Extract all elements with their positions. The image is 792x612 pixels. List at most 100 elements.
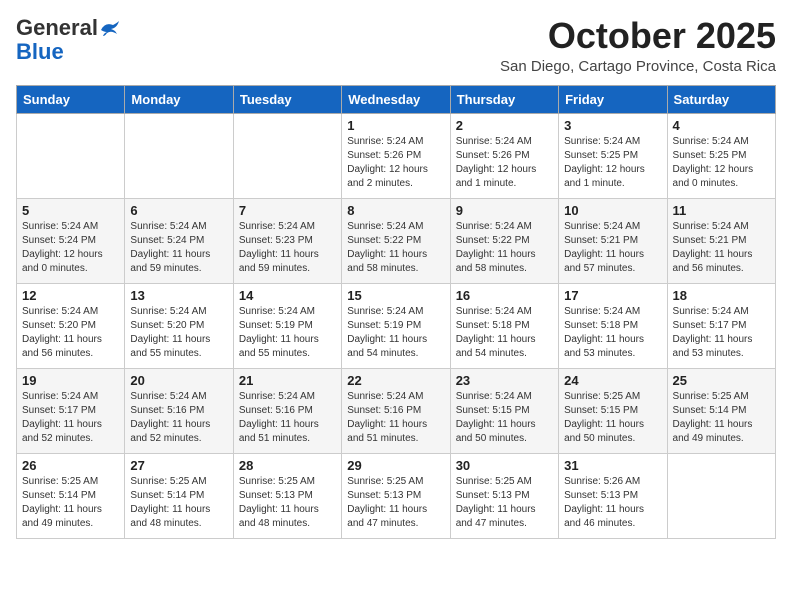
month-title: October 2025 <box>500 16 776 56</box>
calendar-cell: 1Sunrise: 5:24 AM Sunset: 5:26 PM Daylig… <box>342 113 450 198</box>
calendar-cell: 17Sunrise: 5:24 AM Sunset: 5:18 PM Dayli… <box>559 283 667 368</box>
day-info: Sunrise: 5:24 AM Sunset: 5:26 PM Dayligh… <box>347 135 444 191</box>
calendar-cell: 8 Sunrise: 5:24 AM Sunset: 5:22 PM Daylig… <box>342 198 450 283</box>
calendar-cell: 20 Sunrise: 5:24 AM Sunset: 5:16 PM Dayli… <box>125 368 233 453</box>
day-number: 23 <box>456 373 553 388</box>
day-info: Sunrise: 5:24 AM Sunset: 5:20 PM Dayligh… <box>130 305 227 361</box>
day-info: Sunrise: 5:24 AM Sunset: 5:16 PM Dayligh… <box>130 390 227 446</box>
calendar-cell <box>125 113 233 198</box>
calendar-cell <box>17 113 125 198</box>
day-info: Sunrise: 5:24 AM Sunset: 5:20 PM Dayligh… <box>22 305 119 361</box>
calendar-cell: 16 Sunrise: 5:24 AM Sunset: 5:18 PM Dayli… <box>450 283 558 368</box>
day-info: Sunrise: 5:25 AM Sunset: 5:13 PM Dayligh… <box>239 475 336 531</box>
day-number: 31 <box>564 458 661 473</box>
calendar-cell: 12 Sunrise: 5:24 AM Sunset: 5:20 PM Dayli… <box>17 283 125 368</box>
day-number: 10 <box>564 203 661 218</box>
title-block: October 2025 San Diego, Cartago Province… <box>500 16 776 75</box>
logo-blue: Blue <box>16 39 64 64</box>
calendar-cell: 22 Sunrise: 5:24 AM Sunset: 5:16 PM Dayli… <box>342 368 450 453</box>
weekday-header-tuesday: Tuesday <box>233 85 341 113</box>
calendar-cell: 18Sunrise: 5:24 AM Sunset: 5:17 PM Dayli… <box>667 283 775 368</box>
day-info: Sunrise: 5:25 AM Sunset: 5:14 PM Dayligh… <box>22 475 119 531</box>
day-number: 4 <box>673 118 770 133</box>
calendar-cell: 24 Sunrise: 5:25 AM Sunset: 5:15 PM Dayli… <box>559 368 667 453</box>
location-title: San Diego, Cartago Province, Costa Rica <box>500 58 776 75</box>
calendar-cell: 25 Sunrise: 5:25 AM Sunset: 5:14 PM Dayli… <box>667 368 775 453</box>
calendar-cell: 9 Sunrise: 5:24 AM Sunset: 5:22 PM Daylig… <box>450 198 558 283</box>
day-info: Sunrise: 5:24 AM Sunset: 5:21 PM Dayligh… <box>673 220 770 276</box>
page-header: General Blue October 2025 San Diego, Car… <box>16 16 776 75</box>
day-number: 25 <box>673 373 770 388</box>
day-number: 21 <box>239 373 336 388</box>
day-info: Sunrise: 5:24 AM Sunset: 5:16 PM Dayligh… <box>239 390 336 446</box>
day-info: Sunrise: 5:24 AM Sunset: 5:19 PM Dayligh… <box>239 305 336 361</box>
week-row-3: 12 Sunrise: 5:24 AM Sunset: 5:20 PM Dayli… <box>17 283 776 368</box>
weekday-header-thursday: Thursday <box>450 85 558 113</box>
logo: General Blue <box>16 16 121 64</box>
day-info: Sunrise: 5:24 AM Sunset: 5:18 PM Dayligh… <box>564 305 661 361</box>
day-info: Sunrise: 5:24 AM Sunset: 5:24 PM Dayligh… <box>130 220 227 276</box>
day-info: Sunrise: 5:24 AM Sunset: 5:15 PM Dayligh… <box>456 390 553 446</box>
day-number: 18 <box>673 288 770 303</box>
day-number: 29 <box>347 458 444 473</box>
day-number: 20 <box>130 373 227 388</box>
calendar-cell: 23 Sunrise: 5:24 AM Sunset: 5:15 PM Dayli… <box>450 368 558 453</box>
day-info: Sunrise: 5:25 AM Sunset: 5:15 PM Dayligh… <box>564 390 661 446</box>
calendar-cell: 21 Sunrise: 5:24 AM Sunset: 5:16 PM Dayli… <box>233 368 341 453</box>
weekday-header-saturday: Saturday <box>667 85 775 113</box>
day-info: Sunrise: 5:24 AM Sunset: 5:19 PM Dayligh… <box>347 305 444 361</box>
day-number: 28 <box>239 458 336 473</box>
day-info: Sunrise: 5:24 AM Sunset: 5:22 PM Dayligh… <box>347 220 444 276</box>
day-info: Sunrise: 5:24 AM Sunset: 5:26 PM Dayligh… <box>456 135 553 191</box>
calendar-cell: 10 Sunrise: 5:24 AM Sunset: 5:21 PM Dayli… <box>559 198 667 283</box>
day-number: 11 <box>673 203 770 218</box>
day-info: Sunrise: 5:24 AM Sunset: 5:17 PM Dayligh… <box>22 390 119 446</box>
calendar-cell: 3 Sunrise: 5:24 AM Sunset: 5:25 PM Daylig… <box>559 113 667 198</box>
day-number: 22 <box>347 373 444 388</box>
logo-bird-icon <box>99 20 121 38</box>
day-info: Sunrise: 5:24 AM Sunset: 5:16 PM Dayligh… <box>347 390 444 446</box>
weekday-header-wednesday: Wednesday <box>342 85 450 113</box>
day-number: 12 <box>22 288 119 303</box>
day-number: 8 <box>347 203 444 218</box>
day-info: Sunrise: 5:25 AM Sunset: 5:14 PM Dayligh… <box>130 475 227 531</box>
day-number: 6 <box>130 203 227 218</box>
week-row-5: 26 Sunrise: 5:25 AM Sunset: 5:14 PM Dayli… <box>17 453 776 538</box>
calendar-cell: 4Sunrise: 5:24 AM Sunset: 5:25 PM Daylig… <box>667 113 775 198</box>
calendar-cell: 31 Sunrise: 5:26 AM Sunset: 5:13 PM Dayli… <box>559 453 667 538</box>
day-number: 5 <box>22 203 119 218</box>
calendar-cell: 26 Sunrise: 5:25 AM Sunset: 5:14 PM Dayli… <box>17 453 125 538</box>
day-number: 19 <box>22 373 119 388</box>
day-info: Sunrise: 5:24 AM Sunset: 5:25 PM Dayligh… <box>564 135 661 191</box>
calendar-table: SundayMondayTuesdayWednesdayThursdayFrid… <box>16 85 776 539</box>
calendar-cell: 27Sunrise: 5:25 AM Sunset: 5:14 PM Dayli… <box>125 453 233 538</box>
calendar-cell: 6 Sunrise: 5:24 AM Sunset: 5:24 PM Daylig… <box>125 198 233 283</box>
day-number: 15 <box>347 288 444 303</box>
weekday-header-sunday: Sunday <box>17 85 125 113</box>
day-info: Sunrise: 5:24 AM Sunset: 5:21 PM Dayligh… <box>564 220 661 276</box>
day-number: 14 <box>239 288 336 303</box>
calendar-cell: 28 Sunrise: 5:25 AM Sunset: 5:13 PM Dayli… <box>233 453 341 538</box>
weekday-header-row: SundayMondayTuesdayWednesdayThursdayFrid… <box>17 85 776 113</box>
day-info: Sunrise: 5:25 AM Sunset: 5:14 PM Dayligh… <box>673 390 770 446</box>
day-number: 3 <box>564 118 661 133</box>
week-row-2: 5 Sunrise: 5:24 AM Sunset: 5:24 PM Daylig… <box>17 198 776 283</box>
weekday-header-monday: Monday <box>125 85 233 113</box>
day-number: 7 <box>239 203 336 218</box>
day-number: 24 <box>564 373 661 388</box>
day-number: 9 <box>456 203 553 218</box>
calendar-cell: 30Sunrise: 5:25 AM Sunset: 5:13 PM Dayli… <box>450 453 558 538</box>
day-info: Sunrise: 5:24 AM Sunset: 5:23 PM Dayligh… <box>239 220 336 276</box>
calendar-cell: 5Sunrise: 5:24 AM Sunset: 5:24 PM Daylig… <box>17 198 125 283</box>
calendar-cell: 15 Sunrise: 5:24 AM Sunset: 5:19 PM Dayli… <box>342 283 450 368</box>
day-info: Sunrise: 5:25 AM Sunset: 5:13 PM Dayligh… <box>456 475 553 531</box>
day-number: 16 <box>456 288 553 303</box>
day-number: 26 <box>22 458 119 473</box>
calendar-cell <box>233 113 341 198</box>
day-number: 13 <box>130 288 227 303</box>
day-info: Sunrise: 5:26 AM Sunset: 5:13 PM Dayligh… <box>564 475 661 531</box>
calendar-cell: 2Sunrise: 5:24 AM Sunset: 5:26 PM Daylig… <box>450 113 558 198</box>
day-info: Sunrise: 5:24 AM Sunset: 5:22 PM Dayligh… <box>456 220 553 276</box>
calendar-cell: 19 Sunrise: 5:24 AM Sunset: 5:17 PM Dayli… <box>17 368 125 453</box>
day-info: Sunrise: 5:24 AM Sunset: 5:18 PM Dayligh… <box>456 305 553 361</box>
